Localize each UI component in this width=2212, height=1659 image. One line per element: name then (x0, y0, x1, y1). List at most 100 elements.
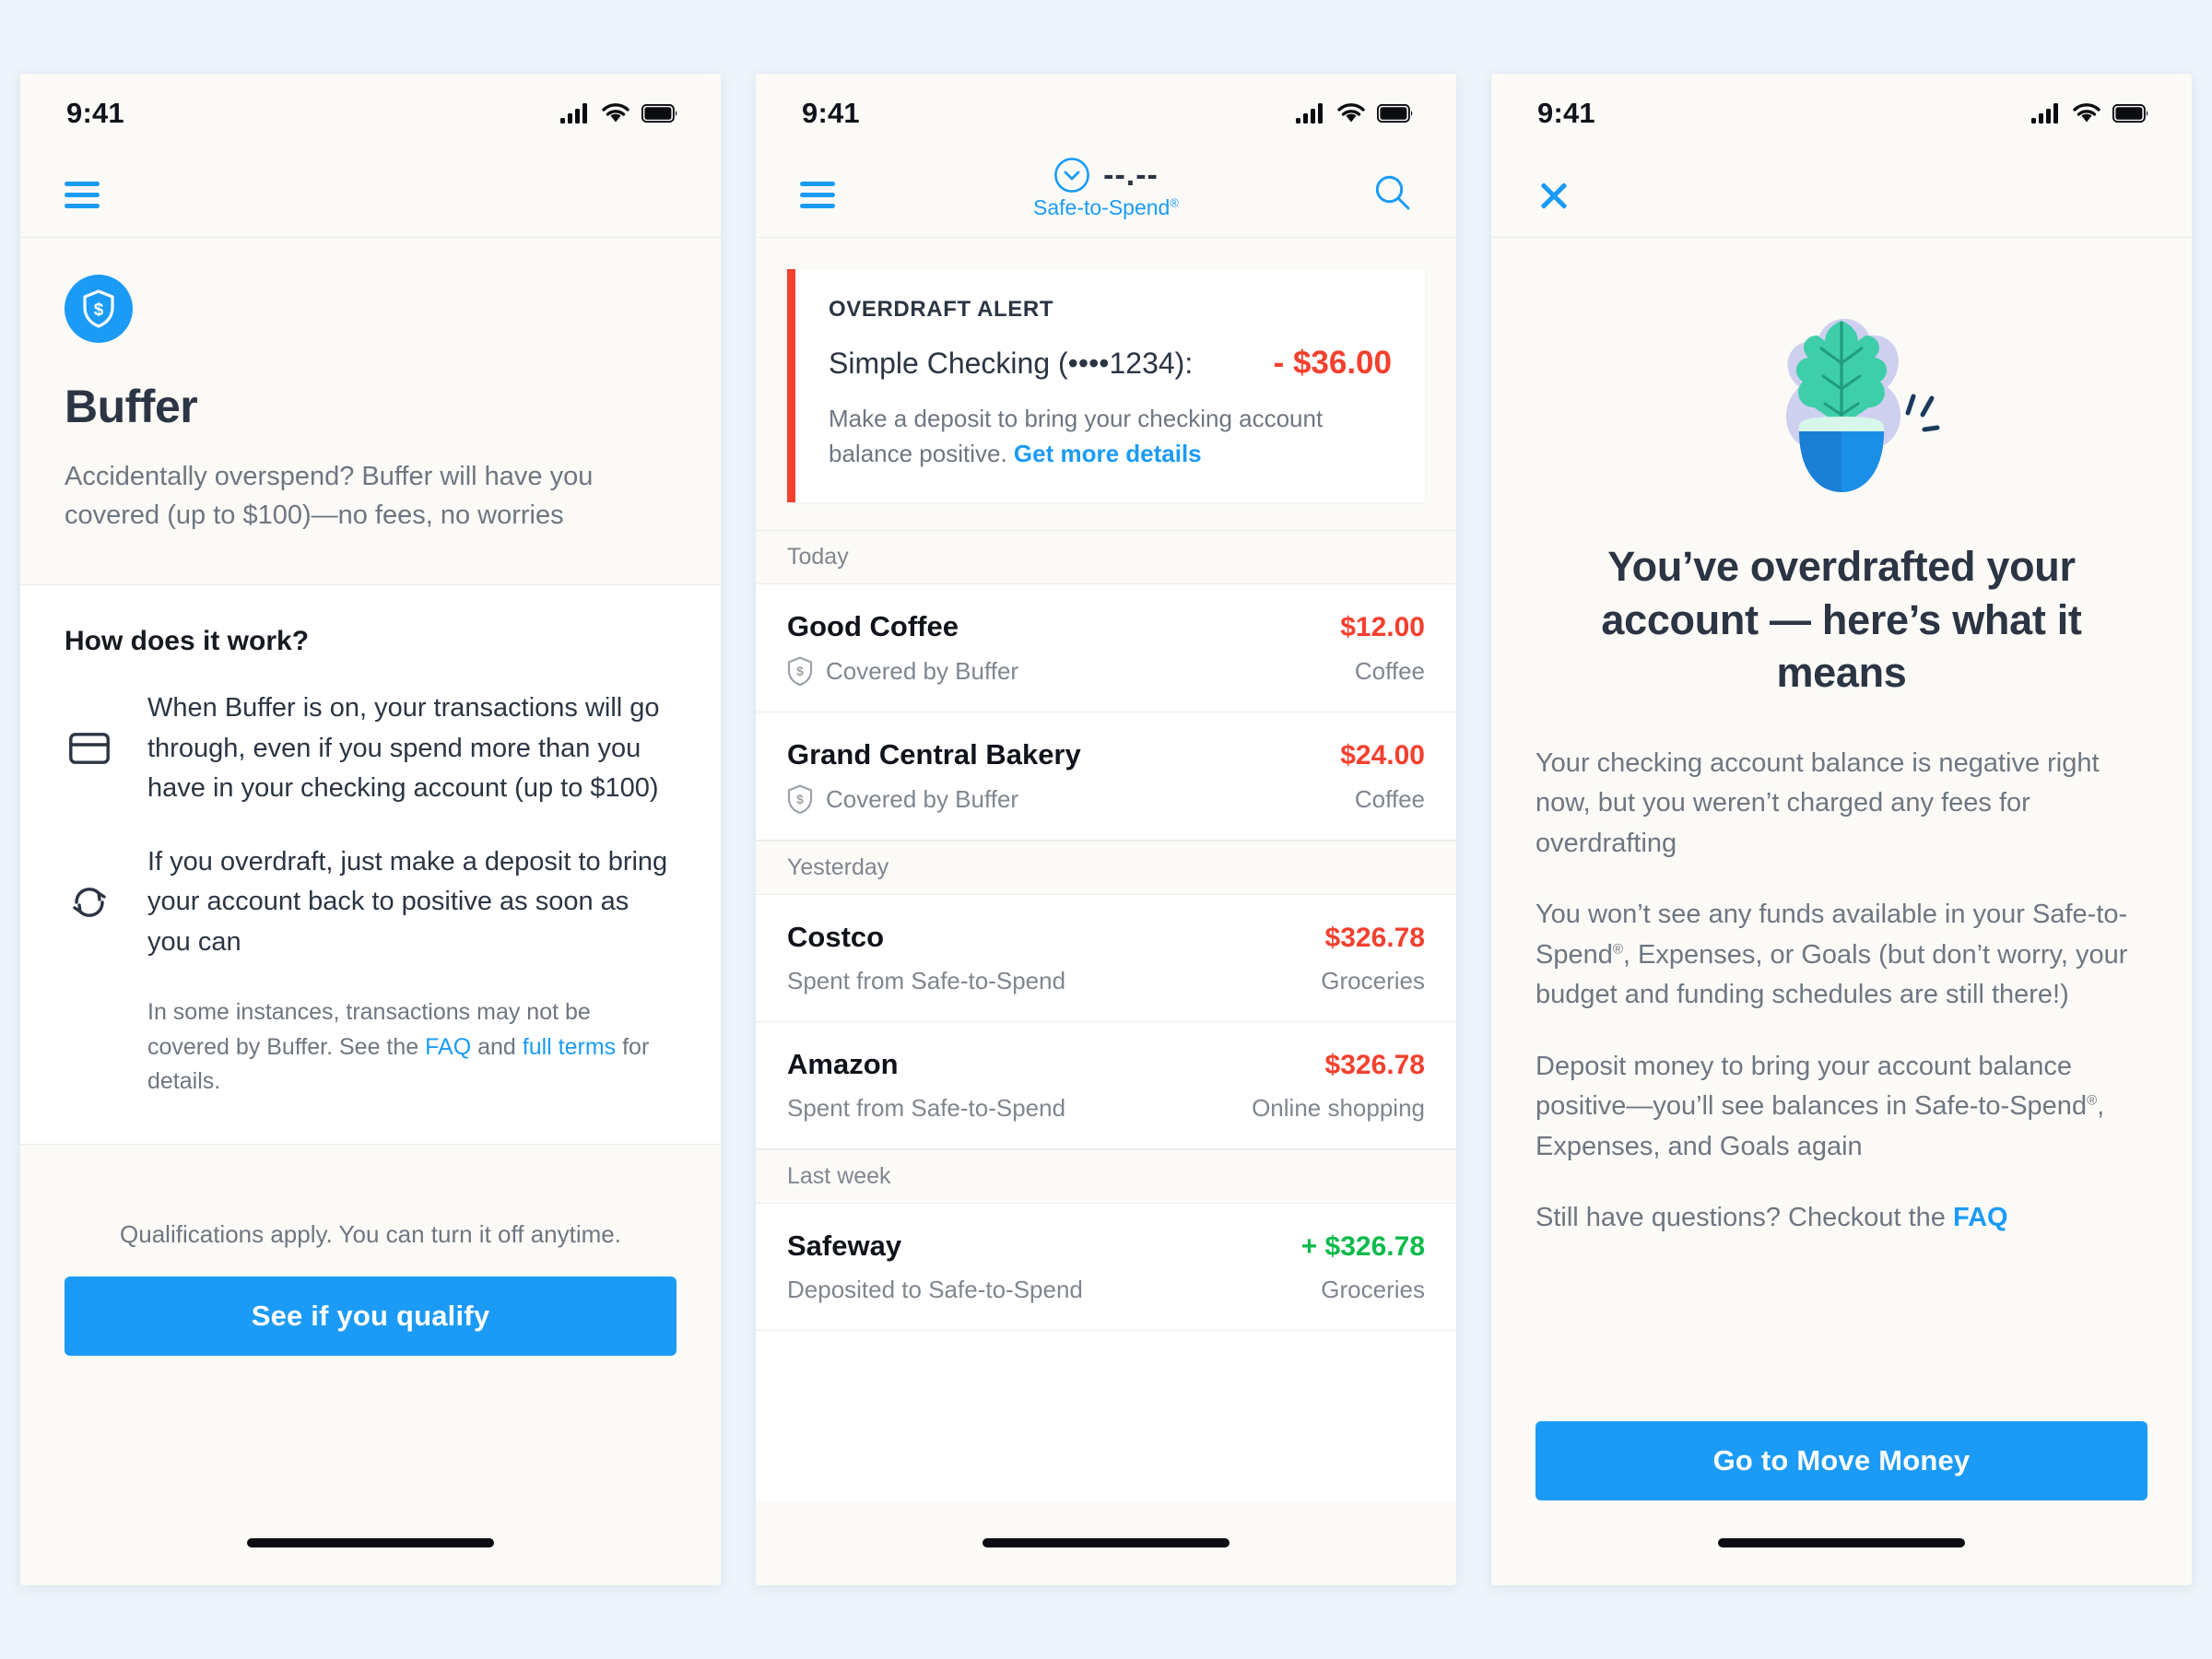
screen-body: $ Buffer Accidentally overspend? Buffer … (20, 238, 721, 1500)
table-row[interactable]: Grand Central Bakery $24.00 $ Covered by… (756, 712, 1456, 841)
feature-text: When Buffer is on, your transactions wil… (147, 693, 660, 804)
wifi-icon (2073, 103, 2100, 123)
svg-text:$: $ (796, 664, 804, 678)
hero-section: $ Buffer Accidentally overspend? Buffer … (20, 238, 721, 586)
paragraph-4-text: Still have questions? Checkout the (1535, 1203, 1953, 1233)
how-it-works-section: How does it work? When Buffer is on, you… (20, 585, 721, 1145)
phone-screen-transactions: 9:41 --.-- Safe-to-Spend® OVERDRAFT ALER… (756, 74, 1456, 1585)
safe-to-spend-amount: --.-- (1103, 158, 1159, 193)
close-x-icon[interactable] (1535, 177, 1572, 214)
faq-link[interactable]: FAQ (1953, 1203, 2008, 1232)
screen-body: OVERDRAFT ALERT Simple Checking (••••123… (756, 238, 1456, 1500)
transaction-amount: $24.00 (1340, 740, 1425, 771)
transaction-amount: $12.00 (1340, 612, 1425, 643)
wifi-icon (1337, 103, 1365, 123)
get-more-details-link[interactable]: Get more details (1014, 440, 1202, 467)
paragraph-3-part-a: Deposit money to bring your account bala… (1535, 1051, 2088, 1122)
wifi-icon (602, 103, 629, 123)
transaction-source-label: Spent from Safe-to-Spend (787, 1094, 1066, 1123)
safe-to-spend-label-text: Safe-to-Spend (1033, 195, 1171, 219)
fineprint-text: In some instances, transactions may not … (147, 995, 677, 1100)
registered-mark: ® (1170, 195, 1179, 210)
table-row[interactable]: Safeway + $326.78 Deposited to Safe-to-S… (756, 1204, 1456, 1332)
qualifications-note: Qualifications apply. You can turn it of… (120, 1219, 621, 1248)
registered-mark: ® (1612, 941, 1623, 958)
nav-bar: --.-- Safe-to-Spend® (756, 153, 1456, 238)
table-row[interactable]: Amazon $326.78 Spent from Safe-to-Spend … (756, 1022, 1456, 1150)
status-bar: 9:41 (20, 74, 721, 153)
search-icon[interactable] (1373, 173, 1412, 217)
home-indicator[interactable] (982, 1538, 1230, 1547)
chevron-down-circle-icon[interactable] (1053, 157, 1090, 194)
explainer-paragraph-4: Still have questions? Checkout the FAQ (1535, 1198, 2147, 1239)
see-if-you-qualify-button[interactable]: See if you qualify (65, 1276, 677, 1356)
go-to-move-money-button[interactable]: Go to Move Money (1535, 1421, 2147, 1500)
day-group-header: Yesterday (756, 841, 1456, 896)
overdraft-alert-card[interactable]: OVERDRAFT ALERT Simple Checking (••••123… (787, 269, 1425, 503)
transaction-source: $ Covered by Buffer (787, 784, 1019, 815)
home-indicator-zone (1491, 1500, 2192, 1585)
cellular-signal-icon (560, 103, 587, 124)
section-heading: How does it work? (65, 626, 310, 657)
alert-kicker: OVERDRAFT ALERT (829, 297, 1054, 322)
nav-bar (1491, 153, 2192, 238)
merchant-name: Grand Central Bakery (787, 738, 1081, 771)
transaction-source: Spent from Safe-to-Spend (787, 1094, 1065, 1123)
paragraph-2-part-b: , Expenses, or Goals (but don’t worry, y… (1535, 939, 2128, 1010)
registered-mark: ® (2087, 1092, 2098, 1109)
transaction-source: $ Covered by Buffer (787, 656, 1019, 687)
home-indicator[interactable] (247, 1538, 494, 1547)
hamburger-menu-icon[interactable] (800, 182, 835, 208)
hero-subtitle: Accidentally overspend? Buffer will have… (65, 462, 594, 531)
transaction-primary-row: Costco $326.78 (787, 921, 1425, 954)
transaction-primary-row: Amazon $326.78 (787, 1048, 1425, 1081)
list-filler (756, 1331, 1456, 1500)
table-row[interactable]: Costco $326.78 Spent from Safe-to-Spend … (756, 895, 1456, 1023)
transaction-primary-row: Safeway + $326.78 (787, 1230, 1425, 1263)
alert-description: Make a deposit to bring your checking ac… (829, 402, 1392, 471)
shield-dollar-outline-icon: $ (787, 656, 813, 687)
fineprint-part-2: and (471, 1033, 523, 1060)
transaction-source-label: Deposited to Safe-to-Spend (787, 1276, 1083, 1304)
transaction-source-label: Covered by Buffer (826, 656, 1019, 685)
table-row[interactable]: Good Coffee $12.00 $ Covered by Buffer C… (756, 584, 1456, 713)
transaction-category: Online shopping (1252, 1094, 1425, 1123)
svg-text:$: $ (796, 792, 804, 806)
alert-account-name: Simple Checking (••••1234): (829, 347, 1194, 380)
safe-to-spend-toggle[interactable]: --.-- (1053, 157, 1159, 194)
feature-text: If you overdraft, just make a deposit to… (147, 846, 668, 957)
status-bar: 9:41 (756, 74, 1456, 153)
feature-row-refresh: If you overdraft, just make a deposit to… (65, 842, 677, 963)
screenshot-stage: 9:41 $ Buffer Accidentally overspend? Bu… (0, 0, 2212, 1659)
battery-full-icon (2112, 104, 2148, 123)
safe-to-spend-label[interactable]: Safe-to-Spend® (1033, 195, 1179, 220)
screen-body: You’ve overdrafted your account — here’s… (1491, 238, 2192, 1500)
battery-full-icon (1377, 104, 1413, 123)
alert-account-row: Simple Checking (••••1234): - $36.00 (829, 345, 1392, 382)
hamburger-menu-icon[interactable] (65, 182, 100, 208)
nav-bar (20, 153, 721, 238)
transaction-source: Deposited to Safe-to-Spend (787, 1276, 1083, 1304)
home-indicator[interactable] (1718, 1538, 1965, 1547)
transaction-primary-row: Good Coffee $12.00 (787, 610, 1425, 643)
day-group-header: Last week (756, 1149, 1456, 1205)
cellular-signal-icon (1296, 103, 1323, 124)
transaction-source-label: Covered by Buffer (826, 784, 1019, 813)
status-icon-group (2031, 103, 2149, 124)
transaction-category: Coffee (1354, 784, 1425, 813)
shield-dollar-icon: $ (65, 275, 133, 343)
day-group-header: Today (756, 530, 1456, 585)
home-indicator-zone (756, 1500, 1456, 1585)
page-title: You’ve overdrafted your account — here’s… (1601, 543, 2082, 697)
faq-link[interactable]: FAQ (425, 1034, 471, 1060)
transaction-secondary-row: Spent from Safe-to-Spend Groceries (787, 967, 1425, 995)
cta-section: Qualifications apply. You can turn it of… (20, 1144, 721, 1500)
refresh-sync-icon (65, 884, 114, 921)
full-terms-link[interactable]: full terms (523, 1034, 616, 1060)
status-bar: 9:41 (1491, 74, 2192, 153)
transaction-category: Groceries (1321, 1276, 1425, 1304)
phone-screen-overdraft-explainer: 9:41 You’ve overdrafted your account — h… (1491, 74, 2192, 1585)
merchant-name: Good Coffee (787, 610, 959, 643)
explainer-paragraph-1: Your checking account balance is negativ… (1535, 747, 2100, 858)
